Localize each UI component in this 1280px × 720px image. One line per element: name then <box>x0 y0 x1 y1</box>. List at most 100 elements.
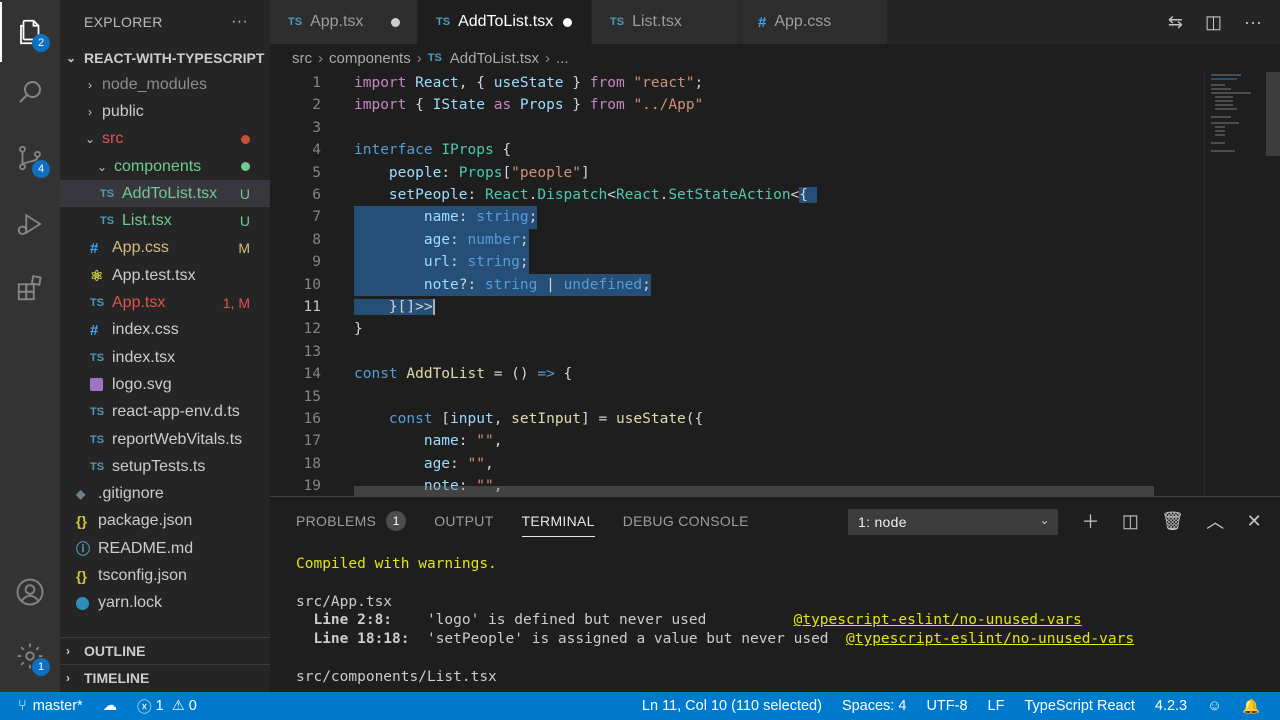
tree-item-gitignore[interactable]: ◆ .gitignore <box>60 480 270 507</box>
open-changes-icon[interactable]: ⇆ <box>1168 12 1183 33</box>
cursor-position[interactable]: Ln 11, Col 10 (110 selected) <box>632 692 832 720</box>
terminal-output[interactable]: Compiled with warnings. src/App.tsx Line… <box>296 555 1134 687</box>
typescript-version[interactable]: 4.2.3 <box>1145 692 1197 720</box>
tree-item-package-json[interactable]: {} package.json <box>60 508 270 535</box>
line-number: 6 <box>312 187 321 203</box>
tree-item-label: public <box>102 102 144 120</box>
chevron-right-icon: › <box>545 49 550 67</box>
tab-label: List.tsx <box>632 13 682 30</box>
explorer-title: EXPLORER <box>84 14 163 30</box>
source-control-icon[interactable]: 4 <box>0 128 60 188</box>
tree-item-label: node_modules <box>102 75 207 93</box>
tab-app-css[interactable]: # App.css <box>740 0 888 44</box>
line-number: 1 <box>312 75 321 91</box>
terminal-rule-link[interactable]: @typescript-eslint/no-unused-vars <box>794 612 1082 628</box>
timeline-section[interactable]: › TIMELINE <box>60 664 270 691</box>
vertical-scrollbar[interactable] <box>1266 72 1280 156</box>
tree-item-src[interactable]: ⌄ src <box>60 126 270 153</box>
tree-item-app-test[interactable]: ⚛ App.test.tsx <box>60 262 270 289</box>
info-file-icon: ⓘ <box>76 540 90 557</box>
language-mode[interactable]: TypeScript React <box>1014 692 1144 720</box>
run-debug-icon[interactable] <box>0 194 60 254</box>
split-terminal-icon[interactable]: ◫ <box>1122 511 1139 532</box>
new-terminal-icon[interactable]: ＋ <box>1082 508 1100 534</box>
account-icon[interactable] <box>0 562 60 622</box>
tree-item-app-tsx[interactable]: TS App.tsx 1, M <box>60 289 270 316</box>
explorer-icon[interactable]: 2 <box>0 2 60 62</box>
code-text: const [input, setInput] = useState({ <box>388 411 704 427</box>
line-number: 17 <box>303 433 321 450</box>
trash-icon[interactable]: 🗑 <box>1161 511 1184 532</box>
split-editor-icon[interactable]: ◫ <box>1205 12 1222 33</box>
tree-item-index-css[interactable]: # index.css <box>60 317 270 344</box>
tab-app-tsx[interactable]: TS App.tsx <box>270 0 418 44</box>
code-line: 14 const AddToList = () => { <box>270 363 1200 385</box>
notifications-bell-icon[interactable]: 🔔 <box>1232 692 1270 720</box>
tab-debug-console[interactable]: DEBUG CONSOLE <box>623 497 749 545</box>
tree-item-label: package.json <box>98 512 193 530</box>
tree-item-yarn-lock[interactable]: yarn.lock <box>60 590 270 617</box>
panel-actions: ＋ ◫ 🗑 ︿ ✕ <box>1082 497 1262 545</box>
branch-status[interactable]: ⑂ master* <box>0 692 93 720</box>
tree-item-app-css[interactable]: # App.css M <box>60 235 270 262</box>
tab-addtolist-tsx[interactable]: TS AddToList.tsx <box>418 0 592 44</box>
extensions-icon[interactable] <box>0 258 60 318</box>
settings-gear-icon[interactable]: 1 <box>0 626 60 686</box>
breadcrumb-item[interactable]: src <box>292 50 312 67</box>
tree-item-components[interactable]: ⌄ components <box>60 153 270 180</box>
project-section[interactable]: ⌄ REACT-WITH-TYPESCRIPT <box>60 44 270 71</box>
terminal-select[interactable]: 1: node ⌄ <box>848 509 1058 535</box>
tab-problems[interactable]: PROBLEMS 1 <box>296 497 407 545</box>
tree-item-public[interactable]: › public <box>60 98 270 125</box>
tree-item-react-app-env[interactable]: TS react-app-env.d.ts <box>60 399 270 426</box>
breadcrumb-item[interactable]: ... <box>556 50 569 67</box>
terminal-rule-link[interactable]: @typescript-eslint/no-unused-vars <box>846 631 1134 647</box>
problems-status[interactable]: ⓧ 1 ⚠ 0 <box>127 692 207 720</box>
tree-item-readme[interactable]: ⓘ README.md <box>60 535 270 562</box>
code-line: 2 import { IState as Props } from "../App… <box>270 94 1200 116</box>
code-text: import React, { useState } from "react"; <box>354 75 704 91</box>
search-icon[interactable] <box>0 62 60 122</box>
tree-item-logo[interactable]: logo.svg <box>60 371 270 398</box>
eol-status[interactable]: LF <box>978 692 1015 720</box>
encoding-status[interactable]: UTF-8 <box>916 692 977 720</box>
unsaved-dot-icon[interactable] <box>563 17 573 27</box>
untracked-dot-icon <box>241 162 250 172</box>
tree-item-addtolist[interactable]: TS AddToList.tsx U <box>60 180 270 208</box>
tree-item-tsconfig[interactable]: {} tsconfig.json <box>60 562 270 589</box>
warning-icon: ⚠ <box>171 698 185 714</box>
indentation-status[interactable]: Spaces: 4 <box>832 692 917 720</box>
maximize-panel-icon[interactable]: ︿ <box>1206 508 1224 534</box>
tree-item-list[interactable]: TS List.tsx U <box>60 207 270 234</box>
horizontal-scrollbar[interactable] <box>354 486 1154 496</box>
tree-item-setup-tests[interactable]: TS setupTests.ts <box>60 453 270 480</box>
code-text: name: "", <box>423 433 503 450</box>
feedback-icon[interactable]: ☺ <box>1197 692 1232 720</box>
tree-item-report-web-vitals[interactable]: TS reportWebVitals.ts <box>60 426 270 453</box>
line-number: 15 <box>303 388 321 405</box>
code-line: 15 <box>270 386 1200 408</box>
problems-count-badge: 1 <box>386 511 407 531</box>
tab-list-tsx[interactable]: TS List.tsx <box>592 0 740 44</box>
typescript-file-icon: TS <box>90 351 105 364</box>
typescript-file-icon: TS <box>90 433 105 446</box>
tree-item-node-modules[interactable]: › node_modules <box>60 71 270 98</box>
status-bar: ⑂ master* ☁ ⓧ 1 ⚠ 0 Ln 11, Col 10 (110 s… <box>0 692 1280 720</box>
sync-status[interactable]: ☁ <box>93 692 128 720</box>
breadcrumb-item[interactable]: AddToList.tsx <box>450 50 539 67</box>
tree-item-label: src <box>102 130 124 148</box>
tree-item-label: components <box>114 157 202 175</box>
more-actions-icon[interactable]: ··· <box>1244 12 1262 33</box>
outline-section[interactable]: › OUTLINE <box>60 637 270 664</box>
breadcrumb-item[interactable]: components <box>329 50 411 67</box>
chevron-right-icon: › <box>66 671 70 685</box>
tab-terminal[interactable]: TERMINAL <box>521 497 595 545</box>
code-editor[interactable]: 1 import React, { useState } from "react"… <box>270 72 1280 496</box>
unsaved-dot-icon[interactable] <box>391 17 401 27</box>
tab-output[interactable]: OUTPUT <box>434 497 493 545</box>
more-actions-icon[interactable]: ··· <box>231 13 248 31</box>
code-text: age: "", <box>423 455 494 472</box>
tree-item-label: index.tsx <box>112 348 176 366</box>
close-icon[interactable]: ✕ <box>1247 511 1262 532</box>
tree-item-index-tsx[interactable]: TS index.tsx <box>60 344 270 371</box>
